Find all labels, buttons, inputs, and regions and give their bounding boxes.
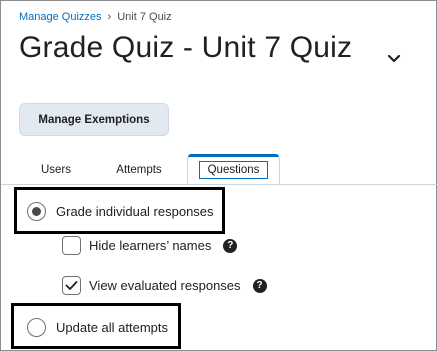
hide-names-checkbox[interactable] — [62, 236, 81, 255]
tab-questions[interactable]: Questions — [187, 154, 280, 185]
manage-exemptions-button[interactable]: Manage Exemptions — [19, 103, 169, 136]
page-title: Grade Quiz - Unit 7 Quiz — [19, 31, 353, 64]
update-all-option[interactable]: Update all attempts — [27, 318, 168, 337]
breadcrumb-separator: › — [107, 11, 112, 23]
grade-quiz-panel: Manage Quizzes › Unit 7 Quiz Grade Quiz … — [0, 0, 437, 351]
update-all-label: Update all attempts — [56, 320, 169, 335]
update-all-radio[interactable] — [27, 318, 46, 337]
tab-selected-indicator — [188, 154, 279, 157]
tab-questions-label: Questions — [198, 161, 269, 179]
grade-individual-option[interactable]: Grade individual responses — [27, 202, 214, 221]
view-evaluated-checkbox[interactable] — [62, 276, 81, 295]
grade-individual-radio[interactable] — [27, 202, 46, 221]
help-circle-icon[interactable]: ? — [223, 238, 238, 253]
breadcrumb-current: Unit 7 Quiz — [117, 11, 172, 23]
hide-names-label: Hide learners’ names — [89, 238, 212, 253]
breadcrumb-link-manage-quizzes[interactable]: Manage Quizzes — [19, 11, 102, 23]
tabs-divider — [1, 184, 437, 185]
view-evaluated-option[interactable]: View evaluated responses ? — [62, 276, 267, 295]
help-circle-icon[interactable]: ? — [252, 278, 267, 293]
tab-attempts[interactable]: Attempts — [107, 154, 171, 185]
grade-individual-label: Grade individual responses — [56, 204, 214, 219]
view-evaluated-label: View evaluated responses — [89, 278, 241, 293]
chevron-down-icon[interactable] — [386, 53, 402, 65]
hide-names-option[interactable]: Hide learners’ names ? — [62, 236, 238, 255]
breadcrumb: Manage Quizzes › Unit 7 Quiz — [19, 11, 172, 23]
tab-bar: Users Attempts Questions — [1, 154, 437, 185]
tab-users[interactable]: Users — [31, 154, 81, 185]
checkmark-icon — [65, 281, 78, 290]
